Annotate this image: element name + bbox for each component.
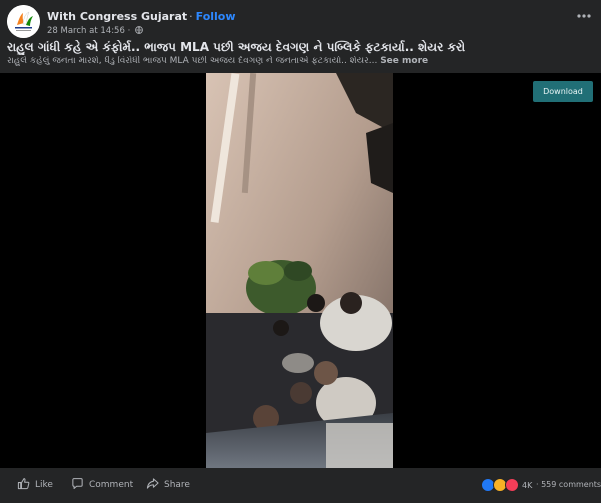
post-caption: રાહુલે કહેલું જનતા મારશે, ધૈડુ વિરોધી ભા… [7,56,597,66]
comment-label: Comment [89,480,134,490]
page-name-line: With Congress Gujarat · Follow [47,10,236,23]
post-meta: 28 March at 14:56 · [47,26,143,37]
post-header: With Congress Gujarat · Follow 28 March at… [0,0,601,40]
separator-dot: · [189,10,193,23]
share-button[interactable]: Share [146,476,190,494]
video-player[interactable]: Download [0,73,601,468]
comment-bubble-icon [71,477,84,493]
thumbs-up-icon [17,477,30,493]
post-footer: Like Comment Share 4K · 559 comments [0,468,601,503]
more-options-icon[interactable] [574,8,594,24]
follow-button[interactable]: Follow [196,10,236,23]
video-still-image [206,73,393,468]
comments-count[interactable]: 559 comments [541,480,601,489]
page-avatar[interactable] [7,5,40,38]
meta-separator: · [127,26,131,36]
facebook-post: With Congress Gujarat · Follow 28 March at… [0,0,601,503]
comment-button[interactable]: Comment [71,476,133,494]
reactions-summary[interactable]: 4K [481,477,532,493]
post-title: રાહુલ ગાંધી કહે એ કંફોર્મ.. ભાજપ MLA પછી… [7,40,466,54]
reaction-count: 4K [522,480,533,490]
stats-separator: · [536,480,539,489]
timestamp[interactable]: 28 March at 14:56 [47,26,125,36]
see-more-link[interactable]: See more [380,56,428,66]
download-button[interactable]: Download [533,81,593,102]
like-button[interactable]: Like [17,476,53,494]
share-arrow-icon [146,477,159,493]
like-label: Like [35,480,53,490]
globe-icon [135,26,143,37]
love-reaction-icon [505,478,519,492]
page-name-link[interactable]: With Congress Gujarat [47,10,187,23]
caption-text: રાહુલે કહેલું જનતા મારશે, ધૈડુ વિરોધી ભા… [7,56,378,66]
video-frame[interactable] [206,73,393,468]
comments-count-line: · 559 comments [536,480,601,489]
share-label: Share [164,480,190,490]
